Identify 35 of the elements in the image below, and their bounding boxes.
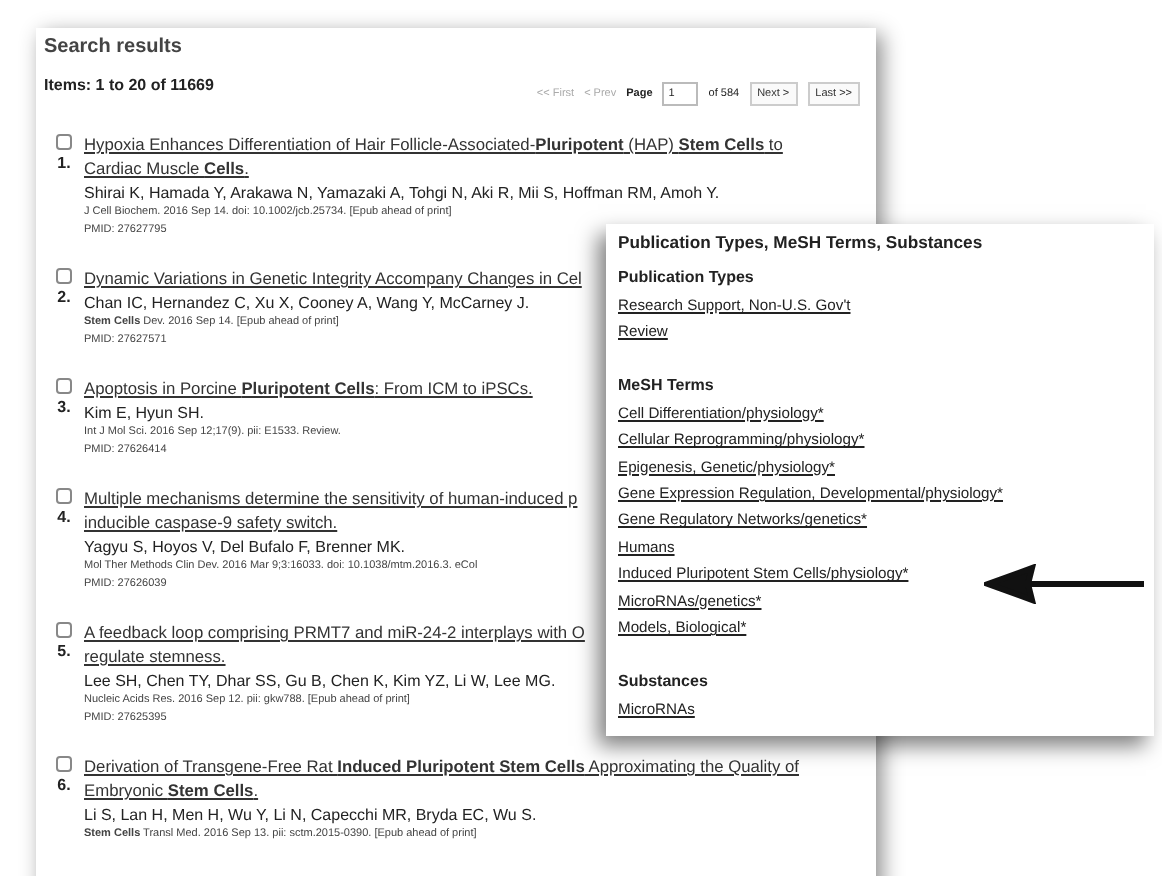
result-title-link[interactable]: Embryonic Stem Cells. [84,778,259,802]
result-title-link[interactable]: Apoptosis in Porcine Pluripotent Cells: From ICM to iPSCs. [84,376,533,400]
checkbox[interactable] [56,622,72,638]
result-title-link[interactable]: Dynamic Variations in Genetic Integrity Accompany Changes in Cel [84,266,582,290]
author-list: Kim E, Hyun SH. [84,402,205,424]
checkbox[interactable] [56,756,72,772]
result-title-link[interactable]: Multiple mechanisms determine the sensitivity of human-induced p [84,486,578,510]
author-list: Chan IC, Hernandez C, Xu X, Cooney A, Wang Y, McCarney J. [84,292,530,314]
result-title-link[interactable]: regulate stemness. [84,644,226,668]
result-number: 1. [57,154,71,172]
result-title-link[interactable]: Cardiac Muscle Cells. [84,156,249,180]
checkbox[interactable] [56,488,72,504]
result-count: Items: 1 to 20 of 11669 [44,75,214,93]
arrow-icon [984,564,1144,604]
result-number: 5. [57,642,71,660]
result-title-link[interactable]: Derivation of Transgene-Free Rat Induced Pluripotent Stem Cells Approximating the Quality of [84,754,799,778]
author-list: Yagyu S, Hoyos V, Del Bufalo F, Brenner MK. [84,536,406,558]
checkbox[interactable] [56,134,72,150]
popup-title: Publication Types, MeSH Terms, Substances [618,232,985,252]
result-number: 3. [57,398,71,416]
section-heading: Substances [618,670,708,695]
author-list: Li S, Lan H, Men H, Wu Y, Li N, Capecchi MR, Bryda EC, Wu S. [84,804,537,826]
section-heading: Publication Types [618,266,754,290]
author-list: Shirai K, Hamada Y, Arakawa N, Yamazaki A, Tohgi N, Aki R, Mii S, Hoffman RM, Amoh Y. [84,182,720,204]
result-title-link[interactable]: A feedback loop comprising PRMT7 and miR-24-2 interplays with O [84,620,585,644]
checkbox[interactable] [56,268,72,284]
result-title-link[interactable]: Hypoxia Enhances Differentiation of Hair Follicle-Associated-Pluripotent (HAP) Stem Cells to [84,132,783,156]
result-number: 6. [57,776,71,794]
author-list: Lee SH, Chen TY, Dhar SS, Gu B, Chen K, Kim YZ, Li W, Lee MG. [84,670,556,692]
page-heading: Search results [44,36,184,58]
result-number: 4. [57,508,71,526]
result-number: 2. [57,288,71,306]
result-title-link[interactable]: inducible caspase-9 safety switch. [84,510,338,534]
section-heading: MeSH Terms [618,374,714,399]
checkbox[interactable] [56,378,72,394]
